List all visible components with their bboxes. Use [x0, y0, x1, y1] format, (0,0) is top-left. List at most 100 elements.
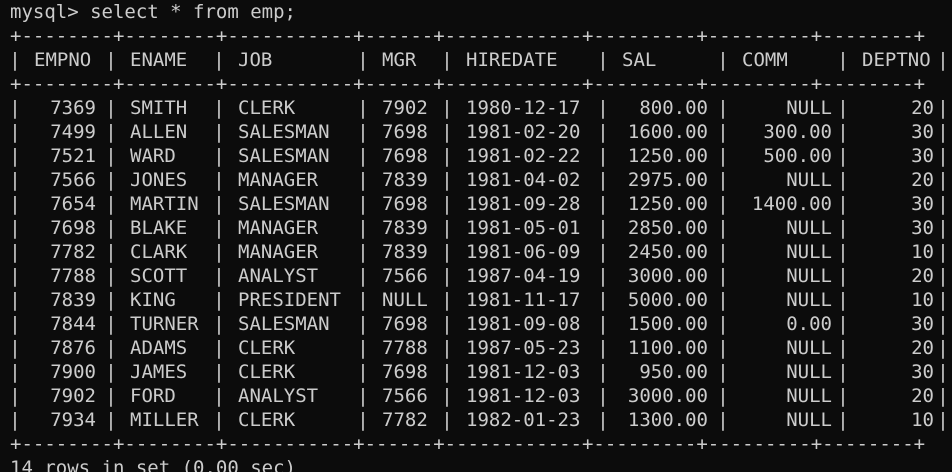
cell-hiredate: 1981-11-17 — [466, 289, 581, 311]
cell-comm: NULL — [786, 385, 832, 407]
table-top-border: +--------+--------+-----------+------+--… — [10, 25, 926, 47]
cell-empno: 7566 — [50, 169, 96, 191]
cell-sal: 1250.00 — [627, 145, 708, 167]
cell-deptno: 30 — [911, 217, 934, 239]
cell-deptno: 30 — [911, 193, 934, 215]
cell-deptno: 30 — [911, 313, 934, 335]
cell-comm: 0.00 — [786, 313, 832, 335]
cell-sal: 3000.00 — [627, 265, 708, 287]
column-separator: | — [105, 121, 117, 143]
column-separator: | — [105, 289, 117, 311]
cell-ename: MILLER — [130, 409, 199, 431]
cell-hiredate: 1981-12-03 — [466, 361, 581, 383]
cell-hiredate: 1981-12-03 — [466, 385, 581, 407]
column-separator: | — [441, 313, 453, 335]
cell-job: MANAGER — [238, 217, 319, 239]
cell-empno: 7788 — [50, 265, 96, 287]
column-separator: | — [717, 97, 729, 119]
cell-ename: MARTIN — [130, 193, 199, 215]
cell-comm: NULL — [786, 241, 832, 263]
column-separator: | — [9, 361, 21, 383]
table-row: | | | | | | | | | 7499 ALLEN SALESMAN 7698 1981-02-20… — [0, 120, 952, 144]
cell-sal: 1100.00 — [627, 337, 708, 359]
column-separator: | — [837, 289, 849, 311]
terminal-window[interactable]: mysql> select * from emp; +--------+----… — [0, 0, 952, 472]
column-separator: | — [937, 193, 949, 215]
cell-mgr: 7698 — [382, 145, 428, 167]
cell-mgr: 7782 — [382, 409, 428, 431]
cell-hiredate: 1981-04-02 — [466, 169, 581, 191]
cell-ename: ALLEN — [130, 121, 188, 143]
cell-mgr: 7839 — [382, 217, 428, 239]
cell-deptno: 20 — [911, 97, 934, 119]
column-separator: | — [357, 289, 369, 311]
cell-mgr: NULL — [382, 289, 428, 311]
column-separator: | — [441, 361, 453, 383]
column-separator: | — [837, 217, 849, 239]
column-separator: | — [837, 145, 849, 167]
column-separator: | — [717, 313, 729, 335]
column-separator: | — [9, 337, 21, 359]
cell-empno: 7876 — [50, 337, 96, 359]
cell-comm: 500.00 — [763, 145, 832, 167]
column-separator: | — [937, 169, 949, 191]
cell-job: MANAGER — [238, 241, 319, 263]
cell-ename: ADAMS — [130, 337, 188, 359]
table-row: | | | | | | | | | 7566 JONES MANAGER 7839 1981-04-02 2… — [0, 168, 952, 192]
column-separator: | — [837, 265, 849, 287]
cell-sal: 800.00 — [639, 97, 708, 119]
column-separator: | — [837, 169, 849, 191]
column-separator: | — [357, 193, 369, 215]
cell-job: CLERK — [238, 97, 296, 119]
cell-job: CLERK — [238, 361, 296, 383]
column-separator: | — [9, 265, 21, 287]
column-separator: | — [441, 193, 453, 215]
header-sal: SAL — [622, 49, 657, 71]
column-separator: | — [937, 49, 949, 71]
column-separator: | — [837, 337, 849, 359]
column-separator: | — [717, 241, 729, 263]
column-separator: | — [9, 169, 21, 191]
column-separator: | — [9, 289, 21, 311]
column-separator: | — [105, 361, 117, 383]
cell-deptno: 30 — [911, 361, 934, 383]
column-separator: | — [357, 121, 369, 143]
cell-sal: 1600.00 — [627, 121, 708, 143]
column-separator: | — [937, 409, 949, 431]
column-separator: | — [837, 409, 849, 431]
cell-empno: 7521 — [50, 145, 96, 167]
table-row: | | | | | | | | | 7876 ADAMS CLERK 7788 1987-05-23 110… — [0, 336, 952, 360]
column-separator: | — [105, 409, 117, 431]
column-separator: | — [717, 409, 729, 431]
cell-comm: NULL — [786, 409, 832, 431]
cell-sal: 1300.00 — [627, 409, 708, 431]
column-separator: | — [441, 241, 453, 263]
cell-sal: 3000.00 — [627, 385, 708, 407]
column-separator: | — [837, 313, 849, 335]
column-separator: | — [441, 265, 453, 287]
cell-hiredate: 1981-09-28 — [466, 193, 581, 215]
cell-comm: NULL — [786, 217, 832, 239]
column-separator: | — [937, 313, 949, 335]
column-separator: | — [441, 337, 453, 359]
cell-job: SALESMAN — [238, 121, 330, 143]
cell-ename: WARD — [130, 145, 176, 167]
column-separator: | — [441, 97, 453, 119]
column-separator: | — [441, 49, 453, 71]
table-row: | | | | | | | | | 7698 BLAKE MANAGER 7839 1981-05-01 2… — [0, 216, 952, 240]
column-separator: | — [357, 361, 369, 383]
column-separator: | — [441, 385, 453, 407]
column-separator: | — [717, 361, 729, 383]
column-separator: | — [937, 145, 949, 167]
column-separator: | — [105, 193, 117, 215]
cell-ename: BLAKE — [130, 217, 188, 239]
column-separator: | — [105, 145, 117, 167]
column-separator: | — [937, 97, 949, 119]
column-separator: | — [717, 385, 729, 407]
column-separator: | — [9, 97, 21, 119]
cell-deptno: 30 — [911, 145, 934, 167]
cell-mgr: 7698 — [382, 193, 428, 215]
cell-hiredate: 1981-06-09 — [466, 241, 581, 263]
cell-comm: NULL — [786, 289, 832, 311]
column-separator: | — [717, 289, 729, 311]
